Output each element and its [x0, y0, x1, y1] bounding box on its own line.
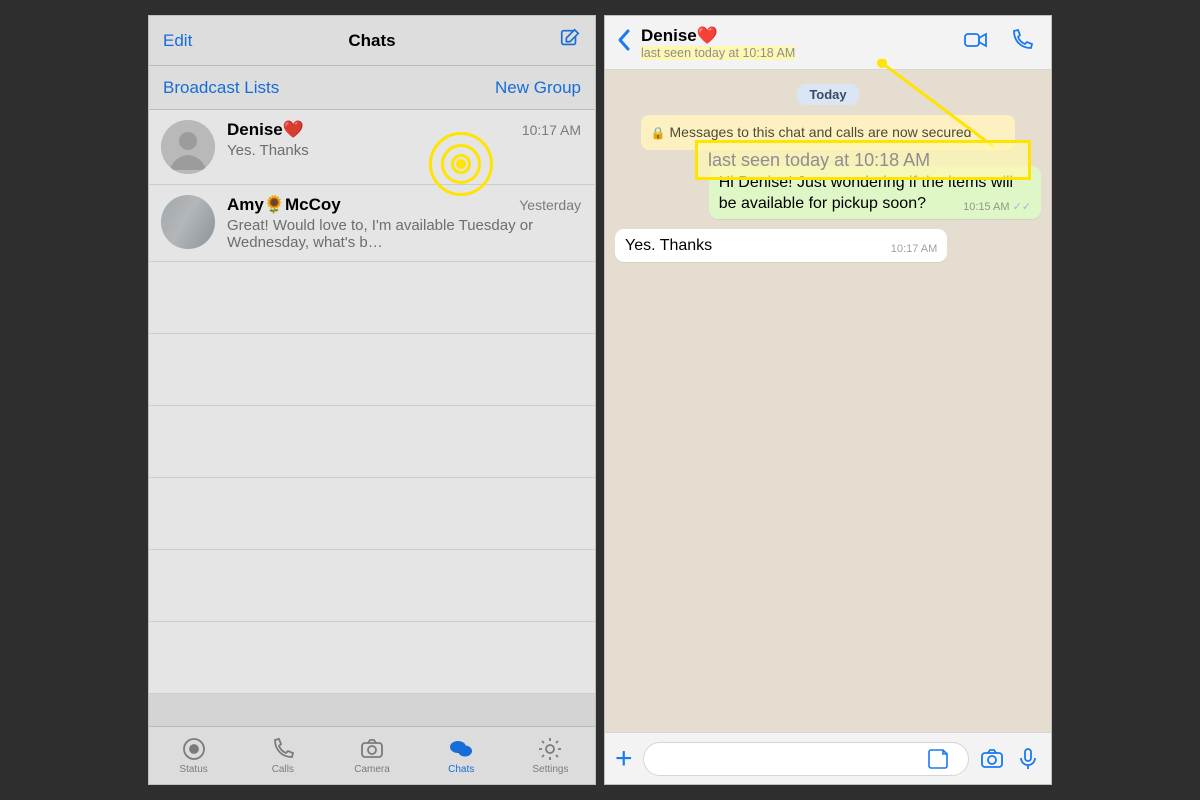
empty-row — [149, 262, 595, 334]
empty-row — [149, 478, 595, 550]
sticker-icon[interactable] — [925, 746, 951, 772]
contact-header[interactable]: Denise❤️ last seen today at 10:18 AM — [641, 26, 955, 60]
avatar-photo — [161, 195, 215, 249]
avatar-placeholder-icon — [161, 120, 215, 174]
lock-icon: 🔒 — [651, 126, 666, 140]
empty-row — [149, 406, 595, 478]
message-meta: 10:15 AM✓✓ — [963, 200, 1031, 214]
chat-preview: Great! Would love to, I'm available Tues… — [227, 217, 581, 251]
empty-row — [149, 622, 595, 694]
camera-icon[interactable] — [979, 746, 1005, 772]
tab-label: Settings — [532, 764, 568, 775]
new-group-link[interactable]: New Group — [495, 78, 581, 98]
conversation-screen: Denise❤️ last seen today at 10:18 AM Tod… — [604, 15, 1052, 785]
read-receipt-icon: ✓✓ — [1013, 201, 1031, 213]
voice-call-icon[interactable] — [1009, 27, 1035, 58]
day-separator: Today — [797, 84, 858, 105]
chat-preview: Yes. Thanks — [227, 142, 581, 159]
chat-time: Yesterday — [519, 197, 581, 213]
tab-calls[interactable]: Calls — [238, 727, 327, 784]
chat-row[interactable]: Denise❤️ 10:17 AM Yes. Thanks — [149, 110, 595, 185]
navbar-title: Chats — [149, 31, 595, 51]
message-input[interactable] — [643, 742, 969, 776]
tab-label: Calls — [272, 764, 294, 775]
empty-row — [149, 334, 595, 406]
contact-name: Denise❤️ — [641, 26, 955, 46]
conversation-navbar: Denise❤️ last seen today at 10:18 AM — [605, 16, 1051, 70]
tab-chats[interactable]: Chats — [417, 727, 506, 784]
chat-list: Denise❤️ 10:17 AM Yes. Thanks Amy🌻McCoy … — [149, 110, 595, 694]
last-seen-status: last seen today at 10:18 AM — [641, 46, 955, 60]
video-call-icon[interactable] — [963, 27, 989, 58]
tab-label: Chats — [448, 764, 474, 775]
tab-settings[interactable]: Settings — [506, 727, 595, 784]
chat-name: Denise❤️ — [227, 120, 304, 140]
broadcast-lists-link[interactable]: Broadcast Lists — [163, 78, 279, 98]
tab-camera[interactable]: Camera — [327, 727, 416, 784]
tab-status[interactable]: Status — [149, 727, 238, 784]
message-text: Yes. Thanks — [625, 237, 712, 254]
chat-name: Amy🌻McCoy — [227, 195, 341, 215]
tab-label: Camera — [354, 764, 390, 775]
attach-icon[interactable]: + — [615, 744, 633, 774]
message-bubble-incoming[interactable]: Yes. Thanks 10:17 AM — [615, 229, 947, 262]
annotation-callout: last seen today at 10:18 AM — [695, 140, 1031, 180]
message-input-bar: + — [605, 732, 1051, 784]
message-meta: 10:17 AM — [891, 242, 937, 256]
chats-list-screen: Edit Chats Broadcast Lists New Group D — [148, 15, 596, 785]
microphone-icon[interactable] — [1015, 746, 1041, 772]
chat-time: 10:17 AM — [522, 122, 581, 138]
tab-label: Status — [179, 764, 207, 775]
chats-navbar: Edit Chats — [149, 16, 595, 66]
chats-subheader: Broadcast Lists New Group — [149, 66, 595, 110]
tab-bar: Status Calls Camera Chats Settings — [149, 726, 595, 784]
back-icon[interactable] — [615, 27, 633, 58]
chat-row[interactable]: Amy🌻McCoy Yesterday Great! Would love to… — [149, 185, 595, 262]
empty-row — [149, 550, 595, 622]
